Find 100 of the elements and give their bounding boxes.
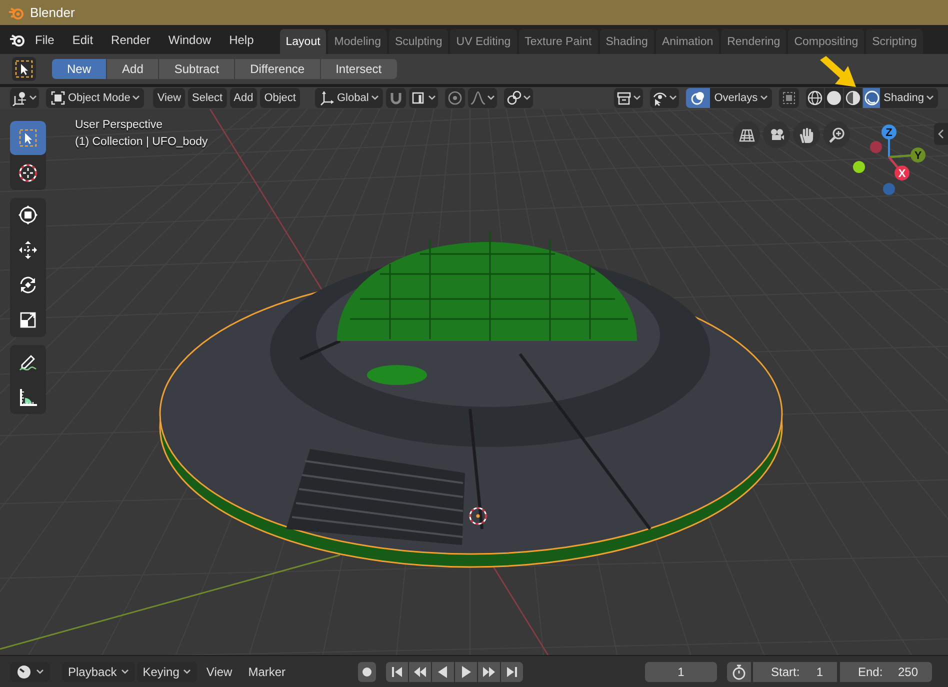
clock-icon xyxy=(16,664,32,680)
record-dot-icon xyxy=(362,666,372,676)
material-sphere-icon xyxy=(844,90,861,106)
workspace-tab[interactable]: Layout xyxy=(280,29,326,54)
mode-dropdown[interactable]: Object Mode xyxy=(46,88,144,108)
frame-range-field[interactable]: Start: 1 xyxy=(753,662,837,682)
play-reverse-icon xyxy=(436,664,450,678)
menu-item[interactable]: Edit xyxy=(64,30,102,50)
boolean-mode-button[interactable]: Add xyxy=(107,59,158,79)
caret-icon xyxy=(522,95,531,101)
transform-icon xyxy=(18,205,38,225)
visibility-dropdown[interactable] xyxy=(614,88,644,108)
editor-type-dropdown[interactable] xyxy=(10,88,39,108)
play-button[interactable] xyxy=(455,662,477,682)
move-icon xyxy=(18,240,38,260)
cursor-tool-icon xyxy=(18,163,38,183)
window-title: Blender xyxy=(30,5,75,20)
menu-dropdown[interactable]: Keying xyxy=(136,662,198,682)
rendered-sphere-icon xyxy=(864,90,880,106)
zoom-icon xyxy=(828,126,844,142)
pivot-icon xyxy=(506,90,522,106)
workspace-tab[interactable]: Shading xyxy=(600,29,654,54)
rotate-icon xyxy=(18,275,38,295)
ortho-grid-button[interactable] xyxy=(733,121,760,148)
selectability-dropdown[interactable] xyxy=(650,88,680,108)
orientation-dropdown[interactable]: Global xyxy=(314,88,383,108)
menu-dropdown[interactable]: Playback xyxy=(62,662,135,682)
xray-toggle[interactable] xyxy=(778,88,799,108)
skip-back-icon xyxy=(390,664,404,678)
workspace-tab[interactable]: Texture Paint xyxy=(518,29,598,54)
workspace-tab[interactable]: Scripting xyxy=(866,29,923,54)
menu-item[interactable]: Add xyxy=(230,88,258,108)
shading-mode-button[interactable] xyxy=(844,88,862,108)
workspace-tab[interactable]: Rendering xyxy=(721,29,786,54)
menu-item[interactable]: View xyxy=(153,88,186,108)
boolean-mode-button[interactable]: Subtract xyxy=(159,59,234,79)
object-info: (1) Collection | UFO_body xyxy=(75,136,208,148)
boolean-mode-button[interactable]: Intersect xyxy=(320,59,397,79)
caret-icon xyxy=(132,95,140,101)
annotation-arrow xyxy=(818,56,858,88)
sidebar-toggle[interactable] xyxy=(934,123,948,145)
current-frame-field[interactable]: 1 xyxy=(645,662,717,682)
rewind-icon xyxy=(413,664,427,678)
next-keyframe-button[interactable] xyxy=(478,662,500,682)
boolean-mode-button[interactable]: New xyxy=(52,59,106,79)
camera-view-button[interactable] xyxy=(763,121,790,148)
overlays-dropdown[interactable]: Overlays xyxy=(710,88,772,108)
tool-button[interactable] xyxy=(10,121,46,155)
fast-forward-icon xyxy=(482,664,496,678)
frame-range-field[interactable]: End: 250 xyxy=(840,662,932,682)
jump-end-button[interactable] xyxy=(501,662,523,682)
zoom-button[interactable] xyxy=(823,121,850,148)
workspace-tab[interactable]: Animation xyxy=(656,29,720,54)
caret-icon xyxy=(633,95,642,101)
shading-mode-button[interactable] xyxy=(862,88,881,108)
menu-item[interactable]: View xyxy=(199,662,240,682)
preview-range-toggle[interactable] xyxy=(727,662,751,682)
record-button[interactable] xyxy=(358,662,376,682)
menu-item[interactable]: Marker xyxy=(241,662,293,682)
shading-mode-button[interactable] xyxy=(824,88,843,108)
jump-start-button[interactable] xyxy=(386,662,408,682)
caret-icon xyxy=(29,95,37,101)
editor-type-dropdown[interactable] xyxy=(10,662,50,682)
shading-dropdown[interactable]: Shading xyxy=(880,88,938,108)
caret-icon xyxy=(760,95,768,101)
overlay-circles-icon xyxy=(690,90,706,106)
proportional-toggle[interactable] xyxy=(444,88,465,108)
ruler-icon xyxy=(18,387,38,407)
menu-item[interactable]: Select xyxy=(188,88,227,108)
menu-item[interactable]: Object xyxy=(260,88,300,108)
caret-icon xyxy=(669,95,678,101)
xray-box-icon xyxy=(780,90,797,106)
workspace-tab[interactable]: Modeling xyxy=(328,29,387,54)
viewport-axes-icon xyxy=(12,90,28,106)
skip-forward-icon xyxy=(505,664,519,678)
overlays-toggle[interactable] xyxy=(686,88,710,108)
axis-gizmo: X Y Z xyxy=(853,124,926,195)
boolean-mode-button[interactable]: Difference xyxy=(235,59,320,79)
menu-item[interactable]: Help xyxy=(221,30,262,50)
object-square-icon xyxy=(50,90,66,106)
falloff-dropdown[interactable] xyxy=(468,88,497,108)
shading-mode-button[interactable] xyxy=(806,88,824,108)
workspace-tab[interactable]: UV Editing xyxy=(450,29,517,54)
workspace-tab[interactable]: Sculpting xyxy=(388,29,448,54)
workspace-tab[interactable]: Compositing xyxy=(788,29,864,54)
snap-toggle[interactable] xyxy=(386,88,406,108)
caret-icon xyxy=(36,668,44,674)
hand-icon xyxy=(798,126,814,142)
solid-sphere-icon xyxy=(826,90,842,106)
active-tool-button[interactable] xyxy=(12,57,36,81)
play-reverse-button[interactable] xyxy=(432,662,454,682)
menu-item[interactable]: File xyxy=(27,30,62,50)
pan-button[interactable] xyxy=(793,121,820,148)
caret-icon xyxy=(428,95,436,101)
snap-target-dropdown[interactable] xyxy=(408,88,438,108)
menu-item[interactable]: Render xyxy=(103,30,158,50)
select-box-icon xyxy=(14,59,34,79)
pivot-dropdown[interactable] xyxy=(504,88,533,108)
menu-item[interactable]: Window xyxy=(160,30,220,50)
prev-keyframe-button[interactable] xyxy=(409,662,431,682)
